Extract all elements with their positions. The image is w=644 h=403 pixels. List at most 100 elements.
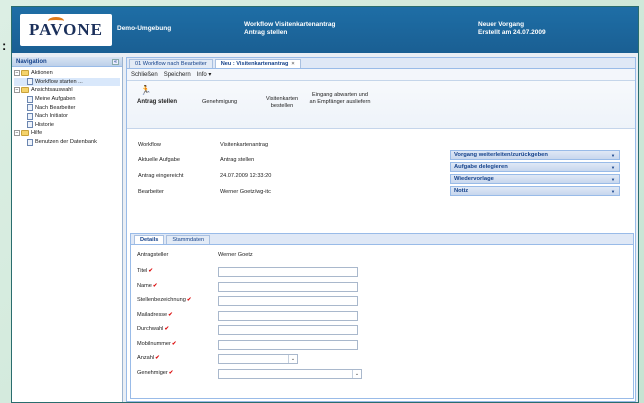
workspace: Navigation « − Aktionen Workflow starten .… [12, 53, 638, 402]
chevron-down-icon[interactable]: ▾ [610, 165, 616, 170]
workflow-title: Workflow Visitenkartenantrag Antrag stel… [244, 21, 336, 37]
nav-item-label: Historie [35, 121, 54, 128]
tab-neu-visitenkartenantrag[interactable]: Neu : Visitenkartenantrag × [214, 59, 301, 68]
collapse-toggle-icon[interactable]: − [14, 87, 20, 94]
required-check-icon: ✔ [168, 369, 174, 376]
nav-item-label: Aktionen [31, 70, 53, 77]
tab-workflow-nach-bearbeiter[interactable]: 01 Workflow nach Bearbeiter [129, 59, 213, 68]
required-check-icon: ✔ [152, 282, 158, 289]
approver-select[interactable]: ⌄ [218, 368, 362, 379]
nav-item-label: Benutzen der Datenbank [35, 139, 97, 146]
field-label: Stellenbezeichnung✔ [137, 297, 192, 303]
workflow-label: Workflow [138, 142, 161, 148]
nav-item-label: Workflow starten ... [35, 78, 83, 85]
count-select[interactable]: ⌄ [218, 354, 298, 364]
field-label: Durchwahl✔ [137, 326, 169, 332]
navigation-title: Navigation [16, 59, 47, 65]
nav-item-label: Ansichtsauswahl [31, 87, 73, 94]
nav-item[interactable]: Workflow starten ... [14, 77, 120, 87]
panel-wiedervorlage[interactable]: Wiedervorlage ▾ [450, 174, 620, 184]
workflow-title-line1: Workflow Visitenkartenantrag [244, 21, 336, 28]
field-label-text: Genehmiger [137, 369, 168, 376]
step-genehmigung[interactable]: Genehmigung [202, 99, 237, 106]
field-label: Name✔ [137, 283, 158, 289]
colon-marker: : [2, 38, 7, 53]
action-panels: Vorgang weiterleiten/zurückgeben ▾ Aufgab… [450, 150, 620, 198]
required-check-icon: ✔ [186, 297, 192, 303]
nav-item[interactable]: − Ansichtsauswahl [14, 86, 120, 95]
field-label-text: Titel [137, 268, 148, 274]
nav-item[interactable]: Nach Initiator [14, 112, 120, 121]
text-input[interactable] [218, 339, 358, 350]
panel-vorgang-weiterleiten[interactable]: Vorgang weiterleiten/zurückgeben ▾ [450, 150, 620, 160]
nav-item-label: Hilfe [31, 130, 43, 137]
panel-label: Wiedervorlage [454, 176, 494, 182]
text-input[interactable] [218, 296, 358, 306]
form-tabs: Details Stammdaten [131, 234, 633, 245]
field-label-text: Mobilnummer [137, 340, 171, 347]
status-line2: Erstellt am 24.07.2009 [478, 29, 546, 36]
logo-text: PAVONE [29, 20, 103, 39]
step-antrag-stellen[interactable]: Antrag stellen [137, 99, 177, 106]
required-check-icon: ✔ [168, 311, 173, 318]
nav-item[interactable]: Benutzen der Datenbank [14, 138, 120, 147]
required-check-icon: ✔ [155, 355, 160, 361]
view-icon [27, 78, 33, 86]
editor-value: Werner Goetz/wg-itc [220, 189, 271, 195]
close-button[interactable]: Schließen [131, 72, 158, 78]
status-line1: Neuer Vorgang [478, 21, 525, 28]
chevron-down-icon[interactable]: ⌄ [352, 369, 361, 378]
folder-icon [21, 87, 29, 94]
nav-item[interactable]: − Hilfe [14, 129, 120, 138]
tab-label: Neu : Visitenkartenantrag [220, 61, 289, 67]
field-label-text: Name [137, 282, 152, 289]
navigation-panel: Navigation « − Aktionen Workflow starten .… [12, 57, 123, 402]
chevron-down-icon[interactable]: ⌄ [288, 355, 297, 363]
nav-item[interactable]: Historie [14, 121, 120, 130]
text-input[interactable] [218, 310, 358, 321]
environment-label: Demo-Umgebung [117, 25, 172, 32]
nav-item[interactable]: Meine Aufgaben [14, 95, 120, 104]
panel-label: Vorgang weiterleiten/zurückgeben [454, 152, 548, 158]
close-tab-icon[interactable]: × [291, 61, 294, 67]
nav-item[interactable]: − Aktionen [14, 69, 120, 78]
form-area: Details Stammdaten Antragsteller Werner … [130, 233, 634, 399]
panel-label: Notiz [454, 188, 469, 194]
field-label: Mailadresse✔ [137, 312, 173, 318]
workflow-value: Visitenkartenantrag [220, 142, 269, 148]
chevron-down-icon[interactable]: ▾ [610, 177, 616, 182]
task-value: Antrag stellen [220, 157, 255, 163]
collapse-icon[interactable]: « [112, 59, 119, 65]
received-label: Antrag eingereicht [138, 173, 184, 179]
view-icon [27, 95, 33, 103]
folder-icon [21, 70, 29, 77]
approver-label: Genehmiger✔ [137, 370, 173, 376]
field-label: Mobilnummer✔ [137, 341, 177, 347]
save-button[interactable]: Speichern [164, 72, 191, 78]
text-input[interactable] [218, 325, 358, 335]
collapse-toggle-icon[interactable]: − [14, 70, 20, 77]
tab-stammdaten[interactable]: Stammdaten [166, 235, 211, 244]
chevron-down-icon[interactable]: ▾ [610, 189, 616, 194]
step-visitenkarten-bestellen[interactable]: Visitenkarten bestellen [259, 96, 305, 109]
step-eingang-abwarten[interactable]: Eingang abwarten und an Empfänger auslie… [309, 92, 371, 105]
collapse-toggle-icon[interactable]: − [14, 130, 20, 137]
nav-item[interactable]: Nach Bearbeiter [14, 103, 120, 112]
field-label-text: Stellenbezeichnung [137, 297, 186, 303]
logo-arc-icon [48, 17, 64, 25]
required-check-icon: ✔ [171, 340, 177, 347]
runner-icon: 🏃 [140, 85, 152, 95]
folder-icon [21, 130, 29, 137]
text-input[interactable] [218, 281, 358, 292]
view-icon [27, 112, 33, 120]
editor-label: Bearbeiter [138, 189, 164, 195]
field-label-text: Durchwahl [137, 326, 164, 332]
panel-notiz[interactable]: Notiz ▾ [450, 186, 620, 196]
chevron-down-icon[interactable]: ▾ [610, 153, 616, 158]
panel-aufgabe-delegieren[interactable]: Aufgabe delegieren ▾ [450, 162, 620, 172]
info-menu-button[interactable]: Info ▾ [197, 71, 212, 78]
view-icon [27, 138, 33, 146]
count-label: Anzahl✔ [137, 355, 160, 361]
text-input[interactable] [218, 267, 358, 277]
tab-details[interactable]: Details [134, 235, 165, 244]
